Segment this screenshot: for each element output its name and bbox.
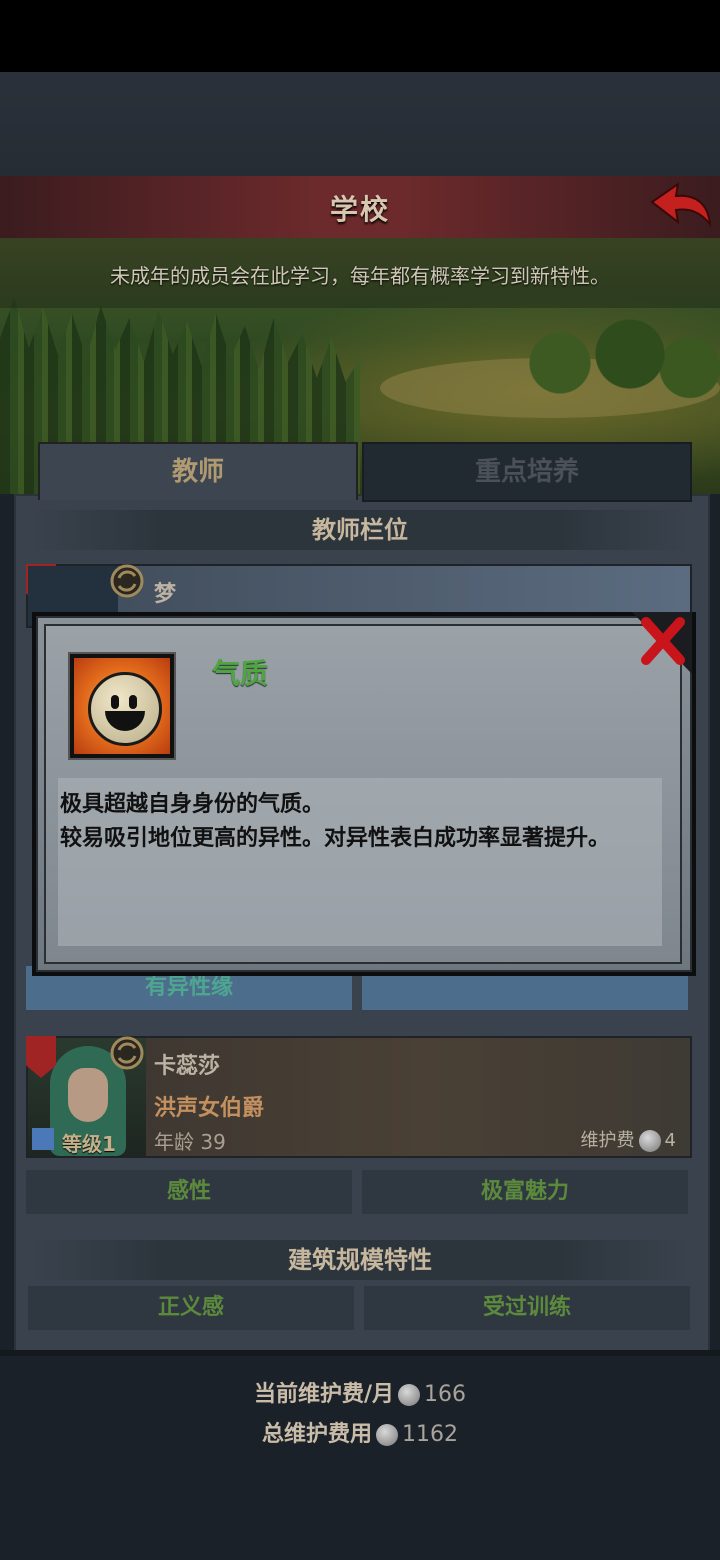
description-line: 极具超越自身身份的气质。 bbox=[60, 792, 325, 817]
close-icon[interactable] bbox=[632, 612, 692, 674]
building-trait[interactable]: 正义感 bbox=[28, 1286, 354, 1330]
popup-title: 气质 bbox=[212, 657, 269, 690]
upkeep: 维护费 4 bbox=[581, 1126, 676, 1152]
banner-description: 未成年的成员会在此学习，每年都有概率学习到新特性。 bbox=[110, 264, 610, 288]
smile-face bbox=[88, 672, 162, 746]
back-arrow-icon[interactable] bbox=[648, 180, 714, 230]
teacher-card-2[interactable]: 等级1 卡蕊莎 洪声女伯爵 年龄 39 维护费 4 bbox=[26, 1036, 692, 1158]
smile-icon bbox=[68, 652, 176, 760]
upkeep-value: 4 bbox=[664, 1130, 676, 1151]
teacher-title: 洪声女伯爵 bbox=[154, 1096, 265, 1121]
building-traits-header: 建筑规模特性 bbox=[30, 1240, 690, 1280]
monthly-upkeep-value: 166 bbox=[424, 1382, 467, 1407]
teacher-age: 年龄 39 bbox=[154, 1126, 226, 1155]
coin-icon bbox=[376, 1424, 398, 1446]
age-label: 年龄 bbox=[154, 1130, 194, 1154]
building-trait[interactable]: 受过训练 bbox=[364, 1286, 690, 1330]
level-label: 等级1 bbox=[62, 1132, 116, 1156]
footer-divider bbox=[0, 1350, 720, 1356]
eye bbox=[129, 695, 137, 709]
description-line: 较易吸引地位更高的异性。对异性表白成功率显著提升。 bbox=[60, 826, 611, 851]
monthly-upkeep-label: 当前维护费/月 bbox=[253, 1382, 395, 1407]
coin-icon bbox=[638, 1130, 661, 1152]
sword-icon bbox=[32, 1128, 54, 1150]
title-bar: 学校 bbox=[0, 176, 720, 240]
teacher-name: 梦 bbox=[154, 582, 177, 607]
age-value: 39 bbox=[200, 1130, 226, 1154]
total-upkeep: 总维护费用 1162 bbox=[0, 1416, 720, 1448]
total-upkeep-value: 1162 bbox=[402, 1422, 458, 1447]
status-bar bbox=[0, 0, 720, 72]
trait-popup: 气质 极具超越自身身份的气质。 较易吸引地位更高的异性。对异性表白成功率显著提升… bbox=[32, 612, 696, 976]
monthly-upkeep: 当前维护费/月 166 bbox=[0, 1376, 720, 1408]
coin-icon bbox=[398, 1384, 421, 1406]
eye bbox=[111, 695, 119, 709]
total-upkeep-label: 总维护费用 bbox=[261, 1422, 372, 1447]
trait-description: 极具超越自身身份的气质。 较易吸引地位更高的异性。对异性表白成功率显著提升。 bbox=[60, 788, 648, 856]
mouth bbox=[105, 711, 145, 731]
teacher-2-trait[interactable]: 感性 bbox=[26, 1170, 352, 1214]
tab-focus-training[interactable]: 重点培养 bbox=[362, 442, 692, 502]
upkeep-label: 维护费 bbox=[580, 1130, 635, 1151]
swap-icon[interactable] bbox=[110, 564, 144, 598]
tree-cluster-art bbox=[520, 318, 720, 408]
teacher-name: 卡蕊莎 bbox=[154, 1054, 221, 1079]
teacher-2-trait[interactable]: 极富魅力 bbox=[362, 1170, 688, 1214]
portrait-face bbox=[68, 1068, 108, 1122]
header-backdrop bbox=[0, 72, 720, 180]
tab-teacher[interactable]: 教师 bbox=[38, 442, 358, 500]
page-title: 学校 bbox=[329, 193, 390, 226]
teacher-slots-header: 教师栏位 bbox=[30, 510, 690, 550]
swap-icon[interactable] bbox=[110, 1036, 144, 1070]
